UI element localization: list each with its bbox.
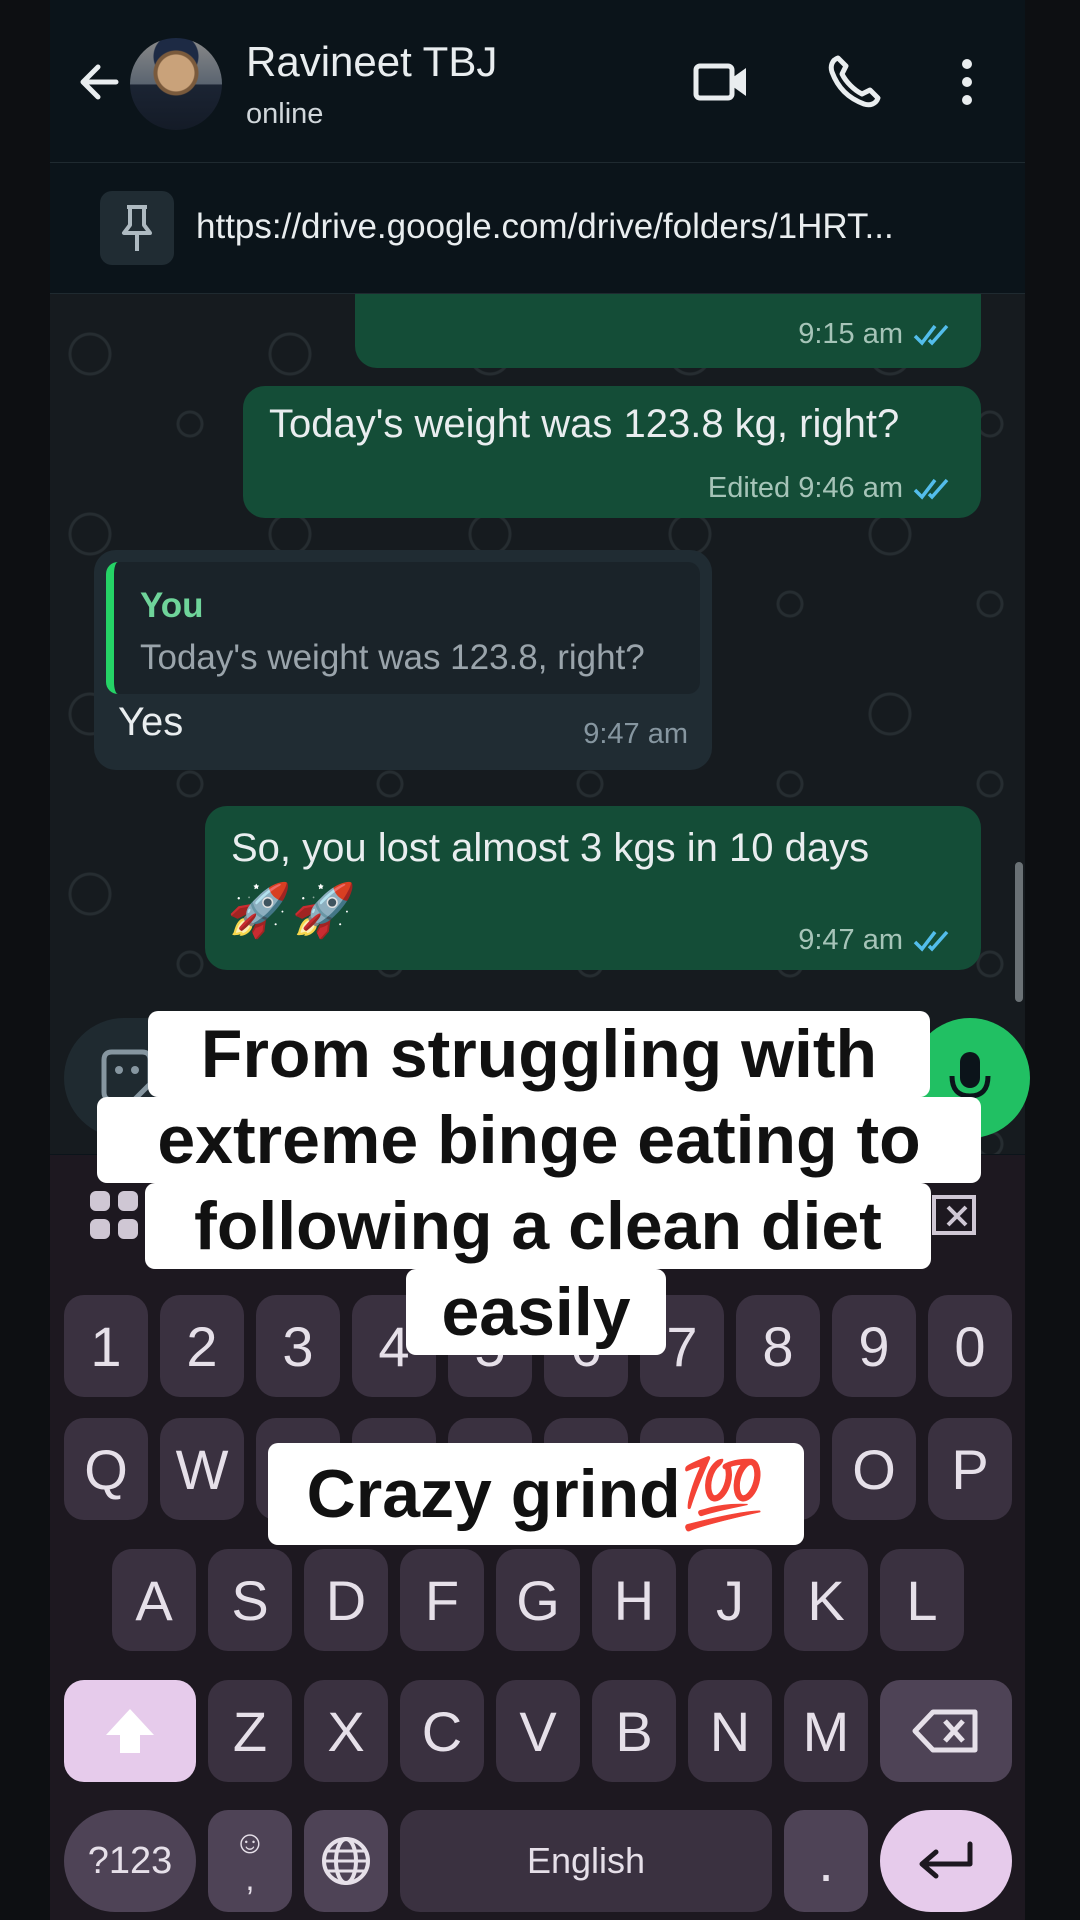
video-call-icon[interactable]	[690, 50, 754, 114]
key-l[interactable]: L	[880, 1549, 964, 1651]
key-c[interactable]: C	[400, 1680, 484, 1782]
read-ticks-icon	[913, 931, 949, 952]
message-bubble-outgoing[interactable]: So, you lost almost 3 kgs in 10 days 🚀🚀 …	[205, 806, 981, 970]
emoji-icon: ☺	[233, 1824, 267, 1860]
key-d[interactable]: D	[304, 1549, 388, 1651]
shift-icon	[106, 1709, 154, 1753]
key-g[interactable]: G	[496, 1549, 580, 1651]
message-meta: 9:47 am	[583, 718, 688, 750]
more-options-icon[interactable]	[935, 50, 999, 114]
key-s[interactable]: S	[208, 1549, 292, 1651]
key-1[interactable]: 1	[64, 1295, 148, 1397]
key-b[interactable]: B	[592, 1680, 676, 1782]
language-key[interactable]	[304, 1810, 388, 1912]
key-o[interactable]: O	[832, 1418, 916, 1520]
backspace-key[interactable]	[880, 1680, 1012, 1782]
key-j[interactable]: J	[688, 1549, 772, 1651]
key-a[interactable]: A	[112, 1549, 196, 1651]
key-p[interactable]: P	[928, 1418, 1012, 1520]
pinned-message-text[interactable]: https://drive.google.com/drive/folders/1…	[196, 207, 894, 247]
key-z[interactable]: Z	[208, 1680, 292, 1782]
message-bubble-incoming[interactable]: You Today's weight was 123.8, right? Yes…	[94, 550, 712, 770]
message-text: So, you lost almost 3 kgs in 10 days	[231, 826, 870, 870]
space-bar[interactable]: English	[400, 1810, 772, 1912]
key-x[interactable]: X	[304, 1680, 388, 1782]
read-ticks-icon	[913, 325, 949, 346]
message-text: Today's weight was 123.8 kg, right?	[269, 402, 900, 446]
emoji-comma-key[interactable]: ☺ ,	[208, 1810, 292, 1912]
key-8[interactable]: 8	[736, 1295, 820, 1397]
back-arrow-icon[interactable]	[70, 52, 130, 112]
key-f[interactable]: F	[400, 1549, 484, 1651]
quoted-message[interactable]: You Today's weight was 123.8, right?	[106, 562, 700, 694]
key-m[interactable]: M	[784, 1680, 868, 1782]
backspace-icon	[912, 1709, 978, 1753]
message-meta: 9:47 am	[798, 924, 957, 957]
comma-label: ,	[245, 1861, 255, 1897]
chat-screen: Ravineet TBJ online https://drive.google…	[50, 0, 1030, 1920]
caption-line-2: extreme binge eating to	[97, 1097, 981, 1183]
chat-header: Ravineet TBJ online	[50, 0, 1025, 163]
shift-key[interactable]	[64, 1680, 196, 1782]
symbols-key[interactable]: ?123	[64, 1810, 196, 1912]
voice-call-icon[interactable]	[822, 50, 886, 114]
message-text: Yes	[118, 700, 184, 744]
key-k[interactable]: K	[784, 1549, 868, 1651]
message-meta: 9:15 am	[798, 318, 957, 351]
message-bubble-outgoing[interactable]: Today's weight was 123.8 kg, right? Edit…	[243, 386, 981, 518]
message-meta: Edited 9:46 am	[708, 472, 957, 505]
caption-line-4: easily	[406, 1269, 666, 1355]
caption-line-3: following a clean diet	[145, 1183, 931, 1269]
key-v[interactable]: V	[496, 1680, 580, 1782]
globe-icon	[322, 1837, 370, 1885]
key-q[interactable]: Q	[64, 1418, 148, 1520]
pin-icon	[100, 191, 174, 265]
rocket-emoji: 🚀🚀	[227, 882, 357, 940]
enter-icon	[919, 1841, 973, 1879]
key-3[interactable]: 3	[256, 1295, 340, 1397]
clear-icon[interactable]	[926, 1185, 986, 1245]
avatar[interactable]	[130, 38, 222, 130]
pinned-message-bar[interactable]: https://drive.google.com/drive/folders/1…	[50, 163, 1025, 294]
key-w[interactable]: W	[160, 1418, 244, 1520]
message-bubble-outgoing[interactable]: 9:15 am	[355, 294, 981, 368]
scrollbar[interactable]	[1015, 862, 1023, 1002]
quote-text: Today's weight was 123.8, right?	[140, 638, 645, 677]
contact-status: online	[246, 98, 324, 130]
apps-grid-icon[interactable]	[86, 1187, 142, 1243]
read-ticks-icon	[913, 479, 949, 500]
key-h[interactable]: H	[592, 1549, 676, 1651]
caption-line-1: From struggling with	[148, 1011, 930, 1097]
enter-key[interactable]	[880, 1810, 1012, 1912]
key-2[interactable]: 2	[160, 1295, 244, 1397]
quote-author: You	[140, 586, 204, 625]
contact-name[interactable]: Ravineet TBJ	[246, 38, 497, 86]
key-n[interactable]: N	[688, 1680, 772, 1782]
caption-crazy-grind: Crazy grind💯	[268, 1443, 804, 1545]
key-9[interactable]: 9	[832, 1295, 916, 1397]
period-key[interactable]: .	[784, 1810, 868, 1912]
key-0[interactable]: 0	[928, 1295, 1012, 1397]
